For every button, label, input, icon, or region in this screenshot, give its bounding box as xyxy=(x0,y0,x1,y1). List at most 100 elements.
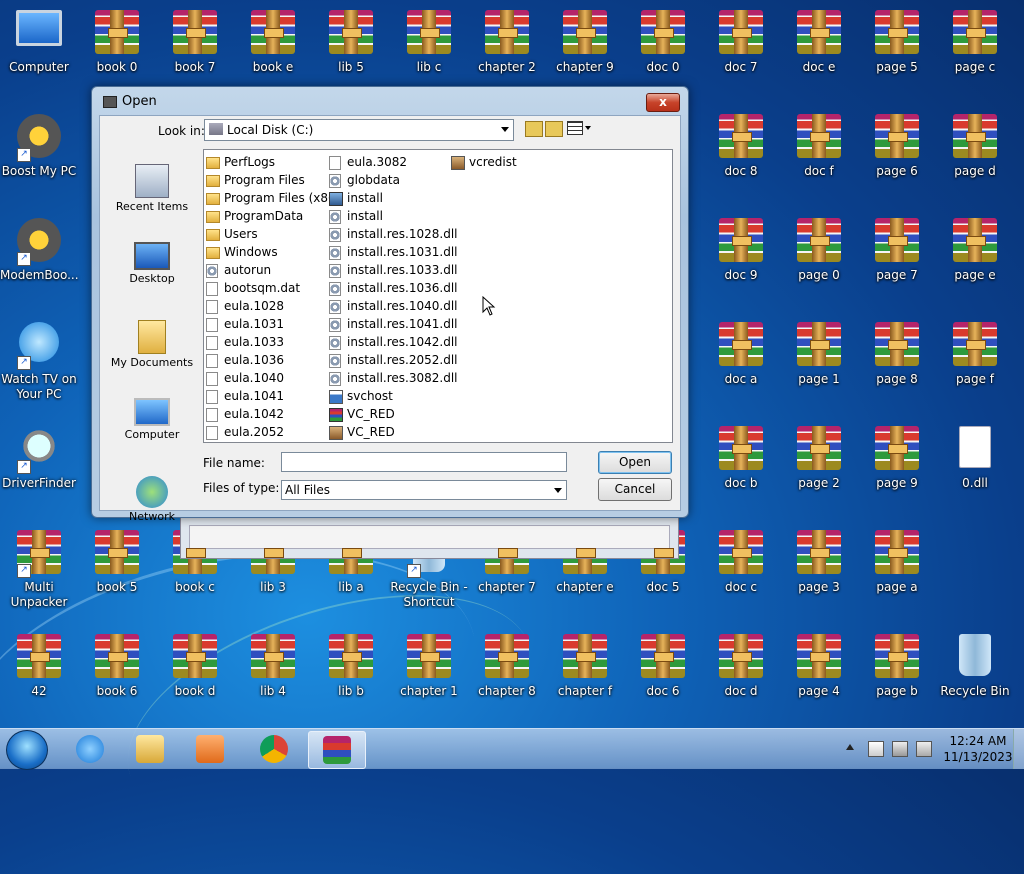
desktop-icon-lib-b[interactable]: lib b xyxy=(312,624,390,699)
file-item[interactable]: install.res.1028.dll xyxy=(327,225,458,243)
desktop-icon-doc-e[interactable]: doc e xyxy=(780,0,858,75)
desktop-icon-chapter-f[interactable]: chapter f xyxy=(546,624,624,699)
file-item[interactable]: eula.1031 xyxy=(204,315,340,333)
desktop-icon-page-9[interactable]: page 9 xyxy=(858,416,936,491)
desktop-icon-doc-d[interactable]: doc d xyxy=(702,624,780,699)
desktop-icon-page-a[interactable]: page a xyxy=(858,520,936,595)
file-item[interactable]: eula.1028 xyxy=(204,297,340,315)
desktop-icon-book-0[interactable]: book 0 xyxy=(78,0,156,75)
file-item[interactable]: eula.1036 xyxy=(204,351,340,369)
file-item[interactable]: bootsqm.dat xyxy=(204,279,340,297)
desktop-icon-doc-7[interactable]: doc 7 xyxy=(702,0,780,75)
up-folder-button[interactable] xyxy=(525,121,543,137)
file-item[interactable]: install.res.2052.dll xyxy=(327,351,458,369)
file-item[interactable]: ProgramData xyxy=(204,207,340,225)
desktop-icon-page-d[interactable]: page d xyxy=(936,104,1014,179)
file-item[interactable]: install xyxy=(327,189,458,207)
start-button[interactable] xyxy=(6,730,48,770)
cancel-button[interactable]: Cancel xyxy=(598,478,672,501)
view-menu-button[interactable] xyxy=(567,121,591,135)
taskbar-app-media[interactable] xyxy=(182,731,238,767)
file-item[interactable]: eula.1042 xyxy=(204,405,340,423)
files-of-type-dropdown[interactable]: All Files xyxy=(281,480,567,500)
new-folder-button[interactable] xyxy=(545,121,563,137)
desktop-icon-page-8[interactable]: page 8 xyxy=(858,312,936,387)
desktop-icon-book-d[interactable]: book d xyxy=(156,624,234,699)
file-item[interactable]: install xyxy=(327,207,458,225)
taskbar-app-explorer[interactable] xyxy=(122,731,178,767)
desktop-icon-recycle-bin[interactable]: Recycle Bin xyxy=(936,624,1014,699)
desktop-icon-page-4[interactable]: page 4 xyxy=(780,624,858,699)
desktop-icon-lib-4[interactable]: lib 4 xyxy=(234,624,312,699)
file-item[interactable]: install.res.1033.dll xyxy=(327,261,458,279)
desktop-icon-doc-a[interactable]: doc a xyxy=(702,312,780,387)
network-icon[interactable] xyxy=(892,741,908,757)
file-item[interactable]: install.res.1041.dll xyxy=(327,315,458,333)
file-item[interactable]: install.res.1031.dll xyxy=(327,243,458,261)
place-network[interactable]: Network xyxy=(106,476,198,546)
desktop-icon-doc-6[interactable]: doc 6 xyxy=(624,624,702,699)
file-item[interactable]: VC_RED xyxy=(327,405,458,423)
desktop-icon-driverfinder[interactable]: ↗ DriverFinder xyxy=(0,416,78,491)
volume-muted-icon[interactable] xyxy=(916,741,932,757)
file-item[interactable]: autorun xyxy=(204,261,340,279)
file-item[interactable]: eula.1033 xyxy=(204,333,340,351)
file-item[interactable]: svchost xyxy=(327,387,458,405)
desktop-icon-book-6[interactable]: book 6 xyxy=(78,624,156,699)
desktop-icon-lib-5[interactable]: lib 5 xyxy=(312,0,390,75)
taskbar-app-chrome[interactable] xyxy=(246,731,302,767)
file-item[interactable]: Users xyxy=(204,225,340,243)
desktop-icon-chapter-9[interactable]: chapter 9 xyxy=(546,0,624,75)
file-item[interactable]: PerfLogs xyxy=(204,153,340,171)
desktop-icon-doc-b[interactable]: doc b xyxy=(702,416,780,491)
file-item[interactable]: eula.2052 xyxy=(204,423,340,441)
file-item[interactable]: eula.3082 xyxy=(327,153,458,171)
place-my-documents[interactable]: My Documents xyxy=(106,320,198,390)
desktop-icon-page-b[interactable]: page b xyxy=(858,624,936,699)
desktop-icon-watch-tv-on-your-pc[interactable]: ↗ Watch TV on Your PC xyxy=(0,312,78,402)
desktop-icon-doc-0[interactable]: doc 0 xyxy=(624,0,702,75)
desktop-icon-42[interactable]: 42 xyxy=(0,624,78,699)
open-button[interactable]: Open xyxy=(598,451,672,474)
desktop-icon-page-e[interactable]: page e xyxy=(936,208,1014,283)
file-item[interactable]: install.res.1040.dll xyxy=(327,297,458,315)
desktop-icon-doc-8[interactable]: doc 8 xyxy=(702,104,780,179)
file-item[interactable]: globdata xyxy=(327,171,458,189)
desktop-icon-book-e[interactable]: book e xyxy=(234,0,312,75)
place-recent-items[interactable]: Recent Items xyxy=(106,164,198,234)
place-computer[interactable]: Computer xyxy=(106,398,198,468)
desktop-icon-chapter-2[interactable]: chapter 2 xyxy=(468,0,546,75)
desktop-icon-page-f[interactable]: page f xyxy=(936,312,1014,387)
desktop-icon-lib-c[interactable]: lib c xyxy=(390,0,468,75)
look-in-dropdown[interactable]: Local Disk (C:) xyxy=(204,119,514,141)
file-item[interactable]: Program Files xyxy=(204,171,340,189)
file-item[interactable]: Windows xyxy=(204,243,340,261)
desktop-icon-0-dll[interactable]: 0.dll xyxy=(936,416,1014,491)
desktop-icon-page-1[interactable]: page 1 xyxy=(780,312,858,387)
desktop-icon-book-7[interactable]: book 7 xyxy=(156,0,234,75)
desktop-icon-chapter-1[interactable]: chapter 1 xyxy=(390,624,468,699)
desktop-icon-page-c[interactable]: page c xyxy=(936,0,1014,75)
show-desktop-button[interactable] xyxy=(1013,729,1024,769)
close-button[interactable]: x xyxy=(646,93,680,112)
file-item[interactable]: VC_RED xyxy=(327,423,458,441)
file-name-input[interactable] xyxy=(281,452,567,472)
file-item[interactable]: install.res.1036.dll xyxy=(327,279,458,297)
desktop-icon-doc-f[interactable]: doc f xyxy=(780,104,858,179)
desktop-icon-boost-my-pc[interactable]: ↗ Boost My PC xyxy=(0,104,78,179)
desktop-icon-page-3[interactable]: page 3 xyxy=(780,520,858,595)
desktop-icon-doc-c[interactable]: doc c xyxy=(702,520,780,595)
file-item[interactable]: vcredist xyxy=(449,153,517,171)
desktop-icon-modemboo[interactable]: ↗ ModemBoo... xyxy=(0,208,79,283)
file-item[interactable]: eula.1041 xyxy=(204,387,340,405)
clock[interactable]: 12:24 AM 11/13/2023 xyxy=(940,733,1016,765)
desktop-icon-multi-unpacker[interactable]: ↗ Multi Unpacker xyxy=(0,520,78,610)
desktop-icon-page-0[interactable]: page 0 xyxy=(780,208,858,283)
desktop-icon-page-5[interactable]: page 5 xyxy=(858,0,936,75)
file-item[interactable]: Program Files (x86) xyxy=(204,189,340,207)
file-list[interactable]: PerfLogs Program Files Program Files (x86)… xyxy=(203,149,673,443)
desktop-icon-computer[interactable]: Computer xyxy=(0,0,78,75)
file-item[interactable]: install.res.3082.dll xyxy=(327,369,458,387)
desktop-icon-chapter-8[interactable]: chapter 8 xyxy=(468,624,546,699)
file-item[interactable]: install.res.1042.dll xyxy=(327,333,458,351)
